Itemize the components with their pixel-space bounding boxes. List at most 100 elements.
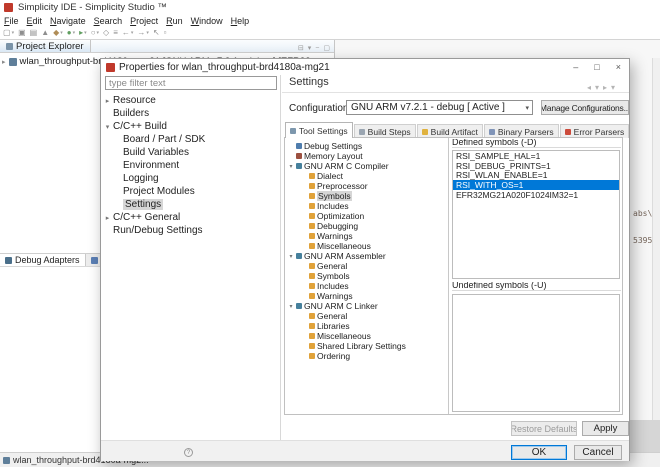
manage-configurations-button[interactable]: Manage Configurations... [541, 100, 629, 115]
cancel-button[interactable]: Cancel [574, 445, 622, 460]
move-up-icon[interactable]: ↑ [612, 282, 616, 291]
save-all-icon[interactable]: ▤ [29, 29, 39, 37]
menu-navigate[interactable]: Navigate [46, 16, 90, 26]
tab-icon [565, 129, 571, 135]
tool-tree-item[interactable]: Debugging [285, 221, 448, 231]
properties-tree-item[interactable]: ▸ C/C++ General [104, 211, 279, 224]
menu-file[interactable]: File [0, 16, 23, 26]
edit-icon[interactable]: ▪ [601, 282, 603, 291]
symbol-list-item[interactable]: RSI_SAMPLE_HAL=1 [453, 151, 619, 161]
tab-project-explorer[interactable]: Project Explorer [0, 40, 91, 52]
tool-tree-item[interactable]: Miscellaneous [285, 241, 448, 251]
properties-tree-item[interactable]: ▾ C/C++ Build [104, 120, 279, 133]
tool-tree-item[interactable]: Warnings [285, 231, 448, 241]
delete-icon[interactable]: × [606, 282, 610, 291]
menu-run[interactable]: Run [162, 16, 187, 26]
menu-window[interactable]: Window [187, 16, 227, 26]
dialog-maximize-button[interactable]: □ [594, 62, 599, 73]
tool-tree-item[interactable]: ▾ GNU ARM C Linker [285, 301, 448, 311]
view-menu-icon[interactable]: ▾ [308, 37, 312, 55]
add-icon[interactable]: + [595, 282, 599, 291]
properties-tree-item[interactable]: ▸ Resource [104, 94, 279, 107]
run-icon[interactable]: ▸ [78, 29, 88, 37]
tool-tree-item[interactable]: Miscellaneous [285, 331, 448, 341]
editor-scrollbar[interactable] [652, 58, 660, 420]
new-wizard-icon[interactable]: ▢ [2, 29, 15, 37]
configuration-select[interactable]: GNU ARM v7.2.1 - debug [ Active ] ▾ [346, 100, 533, 115]
symbol-list-item[interactable]: RSI_WLAN_ENABLE=1 [453, 170, 619, 180]
symbol-list-item[interactable]: RSI_WITH_OS=1 [453, 180, 619, 190]
tool-tree-item[interactable]: Memory Layout [285, 151, 448, 161]
tool-tree-item[interactable]: Ordering [285, 351, 448, 361]
tab-build-steps[interactable]: Build Steps [354, 124, 416, 138]
tab-tool-settings[interactable]: Tool Settings [285, 122, 353, 138]
header-separator [282, 92, 629, 93]
tool-tree-item[interactable]: Libraries [285, 321, 448, 331]
menu-help[interactable]: Help [227, 16, 254, 26]
help-icon[interactable]: ? [184, 448, 193, 457]
menu-search[interactable]: Search [90, 16, 127, 26]
properties-tree-item[interactable]: Project Modules [104, 185, 279, 198]
maximize-icon[interactable]: ▢ [323, 37, 330, 55]
ok-button[interactable]: OK [511, 445, 567, 460]
filter-input[interactable] [105, 76, 277, 90]
tool-tree-item[interactable]: Preprocessor [285, 181, 448, 191]
properties-tree-item[interactable]: Board / Part / SDK [104, 133, 279, 146]
undefined-symbols-list[interactable] [452, 294, 620, 412]
tool-tree-item[interactable]: Optimization [285, 211, 448, 221]
tab-build-artifact[interactable]: Build Artifact [417, 124, 483, 138]
external-tools-icon[interactable]: ○ [90, 29, 100, 37]
forward-icon[interactable]: → [136, 29, 150, 37]
tool-tree-item[interactable]: Dialect [285, 171, 448, 181]
pin-icon[interactable]: ▫ [163, 29, 168, 37]
properties-tree-item[interactable]: Build Variables [104, 146, 279, 159]
tool-tree-item[interactable]: Warnings [285, 291, 448, 301]
expander-icon[interactable]: ▸ [2, 58, 6, 66]
properties-tree-item[interactable]: Run/Debug Settings [104, 224, 279, 237]
move-down-icon[interactable]: ↓ [618, 139, 622, 148]
minimize-icon[interactable]: − [315, 37, 319, 55]
delete-icon[interactable]: × [606, 139, 610, 148]
back-icon[interactable]: ← [121, 29, 135, 37]
tool-icon [309, 263, 315, 269]
save-icon[interactable]: ▣ [17, 29, 27, 37]
symbol-list-item[interactable]: EFR32MG21A020F1024IM32=1 [453, 190, 619, 200]
debug-icon[interactable]: ● [66, 29, 76, 37]
add-icon[interactable]: + [595, 139, 599, 148]
defined-symbols-header: Defined symbols (-D) +▪×↑↓ [452, 139, 621, 148]
tool-tree-item[interactable]: ▾ GNU ARM Assembler [285, 251, 448, 261]
menu-edit[interactable]: Edit [23, 16, 47, 26]
new-project-icon[interactable]: ◆ [52, 29, 64, 37]
tool-tree-item[interactable]: General [285, 311, 448, 321]
build-icon[interactable]: ▲ [40, 29, 50, 37]
tab-binary-parsers[interactable]: Binary Parsers [484, 124, 559, 138]
properties-tree-item[interactable]: Settings [104, 198, 279, 211]
properties-tree-item[interactable]: Builders [104, 107, 279, 120]
move-down-icon[interactable]: ↓ [618, 282, 622, 291]
tool-tree-item[interactable]: Symbols [285, 271, 448, 281]
move-up-icon[interactable]: ↑ [612, 139, 616, 148]
tool-tree-item[interactable]: Includes [285, 201, 448, 211]
open-element-icon[interactable]: ≡ [112, 29, 119, 37]
project-explorer-view-toolbar: ⊟▾−▢ [298, 37, 334, 55]
tool-tree-item[interactable]: Shared Library Settings [285, 341, 448, 351]
tool-tree-item[interactable]: ▾ GNU ARM C Compiler [285, 161, 448, 171]
menu-project[interactable]: Project [126, 16, 162, 26]
symbol-list-item[interactable]: RSI_DEBUG_PRINTS=1 [453, 161, 619, 171]
tab-error-parsers[interactable]: Error Parsers [560, 124, 630, 138]
collapse-all-icon[interactable]: ⊟ [298, 37, 304, 55]
tool-tree-item[interactable]: Symbols [285, 191, 448, 201]
dialog-minimize-button[interactable]: – [573, 62, 578, 73]
edit-icon[interactable]: ▪ [601, 139, 603, 148]
dialog-close-button[interactable]: × [616, 62, 621, 73]
apply-button[interactable]: Apply [582, 421, 629, 436]
properties-tree-item[interactable]: Environment [104, 159, 279, 172]
tool-tree-item[interactable]: General [285, 261, 448, 271]
restore-defaults-button[interactable]: Restore Defaults [511, 421, 577, 436]
search-icon[interactable]: ◇ [102, 29, 110, 37]
tool-tree-item[interactable]: Includes [285, 281, 448, 291]
properties-tree-item[interactable]: Logging [104, 172, 279, 185]
tab-debug-adapters[interactable]: Debug Adapters [0, 254, 86, 266]
last-edit-icon[interactable]: ↖ [152, 29, 161, 37]
tool-tree-item[interactable]: Debug Settings [285, 141, 448, 151]
